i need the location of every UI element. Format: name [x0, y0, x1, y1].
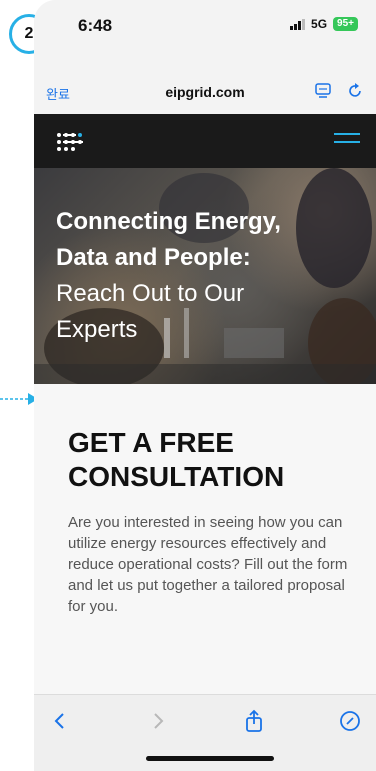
pointer-arrow-icon: [0, 393, 38, 405]
network-type: 5G: [311, 17, 328, 31]
heading-line-2: CONSULTATION: [68, 461, 285, 492]
hero-line-4: Experts: [56, 316, 138, 343]
hamburger-menu-icon[interactable]: [334, 133, 360, 153]
hero-line-3: Reach Out to Our: [56, 280, 245, 307]
eipgrid-logo[interactable]: [56, 132, 92, 152]
share-icon[interactable]: [242, 709, 266, 733]
consultation-section: GET A FREE CONSULTATION Are you interest…: [34, 384, 376, 694]
chevron-right-icon[interactable]: [146, 709, 170, 733]
status-indicators: 5G 95+: [290, 17, 358, 31]
hero-banner: Connecting Energy, Data and People: Reac…: [34, 168, 376, 384]
consultation-heading: GET A FREE CONSULTATION: [68, 426, 358, 494]
chevron-left-icon[interactable]: [48, 709, 72, 733]
reader-mode-icon[interactable]: [314, 82, 332, 100]
done-button[interactable]: 완료: [46, 84, 70, 103]
browser-address-bar: eipgrid.com 완료: [34, 78, 376, 108]
reload-icon[interactable]: [346, 82, 364, 100]
hero-line-1: Connecting Energy,: [56, 208, 281, 235]
hero-line-2: Data and People:: [56, 244, 251, 271]
home-indicator[interactable]: [146, 756, 274, 761]
heading-line-1: GET A FREE: [68, 427, 234, 458]
battery-indicator: 95+: [333, 17, 358, 31]
status-time: 6:48: [78, 16, 113, 35]
consultation-description: Are you interested in seeing how you can…: [68, 514, 348, 615]
signal-bars-icon: [290, 18, 306, 30]
hero-headline: Connecting Energy, Data and People: Reac…: [56, 204, 281, 348]
phone-screen: 6:48 5G 95+ eipgrid.com 완료 Connecting En…: [34, 0, 376, 771]
site-header: [34, 114, 376, 168]
status-bar: 6:48 5G 95+: [34, 0, 376, 46]
compass-icon[interactable]: [338, 709, 362, 733]
